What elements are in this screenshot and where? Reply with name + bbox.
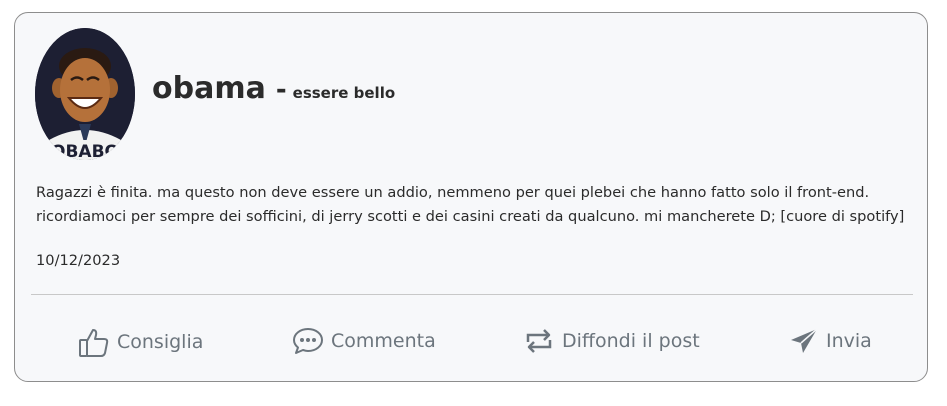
send-label: Invia [826,330,872,352]
repost-icon [523,326,562,356]
comment-dots-icon [292,326,331,356]
title-separator: - [275,74,287,105]
like-button[interactable]: Consiglia [78,326,203,358]
paper-plane-icon [789,326,826,356]
author-name[interactable]: obama [152,71,266,106]
repost-button[interactable]: Diffondi il post [523,326,700,356]
post-card: OBABO obama - essere bello Ragazzi è fin… [14,12,928,382]
thumbs-up-icon [78,326,117,358]
avatar[interactable]: OBABO [35,28,135,160]
post-actions: Consiglia Commenta Diffondi il post Invi… [15,326,927,362]
send-button[interactable]: Invia [789,326,872,356]
avatar-caption: OBABO [51,142,119,160]
like-label: Consiglia [117,331,204,353]
comment-button[interactable]: Commenta [292,326,436,356]
comment-label: Commenta [331,330,436,352]
post-body: Ragazzi è finita. ma questo non deve ess… [36,184,905,225]
post-title: obama - essere bello [152,71,395,106]
divider [31,294,913,295]
post-header: OBABO obama - essere bello [35,28,395,160]
repost-label: Diffondi il post [562,330,700,352]
post-date: 10/12/2023 [36,252,121,269]
author-subtitle: essere bello [292,83,396,102]
